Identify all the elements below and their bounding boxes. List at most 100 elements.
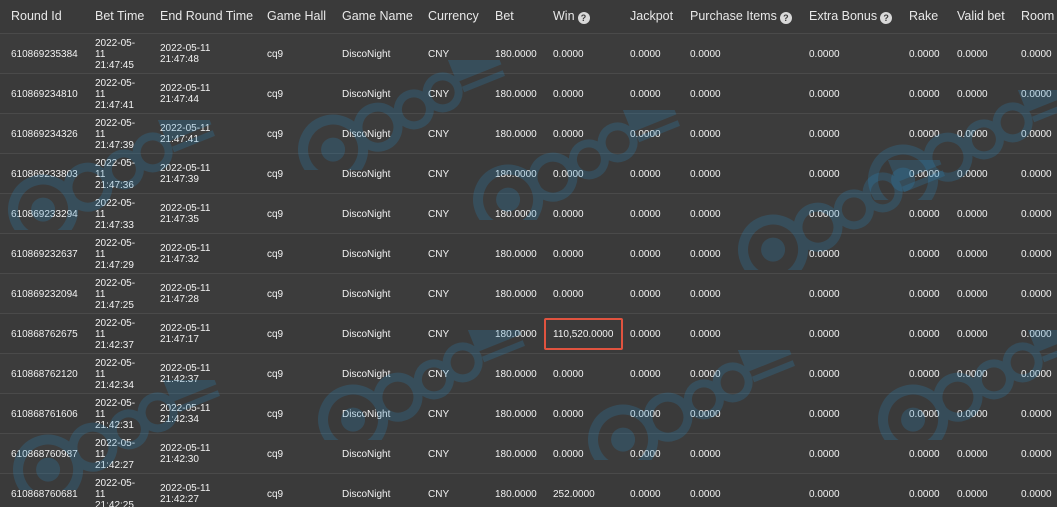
header-extra-bonus[interactable]: Extra Bonus? (809, 0, 893, 33)
header-rake[interactable]: Rake (909, 0, 938, 33)
table-row[interactable]: 610869232094 180.0000 cq9 DiscoNight CNY 0.00… (0, 273, 1057, 313)
cell-end-round-time: 2022-05-11 21:47:48 (160, 34, 210, 74)
cell-purchase-items: 0.0000 (690, 448, 721, 460)
cell-jackpot: 0.0000 (630, 448, 661, 460)
header-end-round-time[interactable]: End Round Time (160, 0, 253, 33)
cell-game-name: DiscoNight (342, 128, 391, 140)
end-time-value: 21:47:44 (160, 94, 199, 105)
cell-currency: CNY (428, 488, 450, 500)
cell-jackpot: 0.0000 (630, 248, 661, 260)
bet-time-value: 21:42:27 (95, 459, 134, 471)
cell-game-hall: cq9 (267, 48, 284, 60)
cell-end-round-time: 2022-05-11 21:42:30 (160, 434, 210, 474)
cell-currency: CNY (428, 328, 450, 340)
cell-bet: 180.0000 (495, 448, 537, 460)
cell-bet: 180.0000 (495, 48, 537, 60)
cell-jackpot: 0.0000 (630, 208, 661, 220)
help-circle-icon[interactable]: ? (779, 12, 792, 24)
table-row[interactable]: 610869234326 180.0000 cq9 DiscoNight CNY 0.00… (0, 113, 1057, 153)
table-row[interactable]: 610869234810 180.0000 cq9 DiscoNight CNY 0.00… (0, 73, 1057, 113)
cell-round-id: 610868762120 (11, 368, 78, 380)
table-row[interactable]: 610869233803 180.0000 cq9 DiscoNight CNY 0.00… (0, 153, 1057, 193)
cell-round-id: 610868760681 (11, 488, 78, 500)
table-row[interactable]: 610868762675 180.0000 cq9 DiscoNight CNY 110,… (0, 313, 1057, 353)
cell-purchase-items: 0.0000 (690, 408, 721, 420)
cell-win: 0.0000 (553, 88, 584, 100)
header-game-hall[interactable]: Game Hall (267, 0, 326, 33)
end-time-value: 21:47:39 (160, 174, 199, 185)
cell-end-round-time: 2022-05-11 21:42:37 (160, 354, 210, 394)
cell-extra-bonus: 0.0000 (809, 248, 840, 260)
header-room[interactable]: Room (1021, 0, 1054, 33)
header-bet-time[interactable]: Bet Time (95, 0, 144, 33)
bet-date: 2022-05-11 (95, 357, 136, 380)
end-date: 2022-05-11 (160, 483, 211, 494)
end-time-value: 21:42:37 (160, 374, 199, 385)
cell-end-round-time: 2022-05-11 21:47:39 (160, 154, 210, 194)
table-row[interactable]: 610868762120 180.0000 cq9 DiscoNight CNY 0.00… (0, 353, 1057, 393)
cell-purchase-items: 0.0000 (690, 208, 721, 220)
cell-currency: CNY (428, 128, 450, 140)
cell-win: 0.0000 (553, 208, 584, 220)
cell-purchase-items: 0.0000 (690, 488, 721, 500)
table-row[interactable]: 610869233294 180.0000 cq9 DiscoNight CNY 0.00… (0, 193, 1057, 233)
header-currency[interactable]: Currency (428, 0, 479, 33)
header-purchase-items-label: Purchase Items (690, 9, 777, 23)
cell-valid-bet: 0.0000 (957, 288, 988, 300)
cell-rake: 0.0000 (909, 328, 940, 340)
cell-bet: 180.0000 (495, 288, 537, 300)
cell-win: 0.0000 (553, 408, 584, 420)
cell-game-hall: cq9 (267, 88, 284, 100)
bet-time-value: 21:47:36 (95, 179, 134, 191)
header-game-name[interactable]: Game Name (342, 0, 413, 33)
cell-rake: 0.0000 (909, 408, 940, 420)
cell-win: 0.0000 (553, 168, 584, 180)
cell-purchase-items: 0.0000 (690, 128, 721, 140)
cell-win: 0.0000 (553, 368, 584, 380)
cell-jackpot: 0.0000 (630, 368, 661, 380)
table-row[interactable]: 610868761606 180.0000 cq9 DiscoNight CNY 0.00… (0, 393, 1057, 433)
cell-room: 0.0000 (1021, 288, 1052, 300)
cell-game-name: DiscoNight (342, 408, 391, 420)
header-jackpot[interactable]: Jackpot (630, 0, 673, 33)
cell-round-id: 610869233294 (11, 208, 78, 220)
cell-bet: 180.0000 (495, 328, 537, 340)
cell-extra-bonus: 0.0000 (809, 448, 840, 460)
header-valid-bet[interactable]: Valid bet (957, 0, 1005, 33)
cell-currency: CNY (428, 168, 450, 180)
cell-bet: 180.0000 (495, 488, 537, 500)
cell-currency: CNY (428, 248, 450, 260)
header-purchase-items[interactable]: Purchase Items? (690, 0, 792, 33)
cell-extra-bonus: 0.0000 (809, 368, 840, 380)
cell-jackpot: 0.0000 (630, 48, 661, 60)
table-row[interactable]: 610868760681 180.0000 cq9 DiscoNight CNY 252.… (0, 473, 1057, 507)
cell-bet: 180.0000 (495, 168, 537, 180)
help-circle-icon[interactable]: ? (577, 12, 590, 24)
help-circle-icon[interactable]: ? (880, 12, 893, 24)
table-row[interactable]: 610869232637 180.0000 cq9 DiscoNight CNY 0.00… (0, 233, 1057, 273)
cell-extra-bonus: 0.0000 (809, 488, 840, 500)
table-row[interactable]: 610868760987 180.0000 cq9 DiscoNight CNY 0.00… (0, 433, 1057, 473)
cell-round-id: 610869232094 (11, 288, 78, 300)
cell-game-hall: cq9 (267, 208, 284, 220)
header-win[interactable]: Win? (553, 0, 590, 33)
cell-jackpot: 0.0000 (630, 488, 661, 500)
cell-win: 0.0000 (553, 48, 584, 60)
cell-valid-bet: 0.0000 (957, 368, 988, 380)
cell-extra-bonus: 0.0000 (809, 128, 840, 140)
cell-round-id: 610868761606 (11, 408, 78, 420)
cell-jackpot: 0.0000 (630, 328, 661, 340)
cell-round-id: 610869233803 (11, 168, 78, 180)
cell-room: 0.0000 (1021, 168, 1052, 180)
cell-rake: 0.0000 (909, 168, 940, 180)
end-time-value: 21:42:27 (160, 494, 199, 505)
cell-valid-bet: 0.0000 (957, 128, 988, 140)
table-row[interactable]: 610869235384 180.0000 cq9 DiscoNight CNY 0.00… (0, 33, 1057, 73)
cell-room: 0.0000 (1021, 48, 1052, 60)
cell-extra-bonus: 0.0000 (809, 168, 840, 180)
cell-purchase-items: 0.0000 (690, 328, 721, 340)
header-bet[interactable]: Bet (495, 0, 514, 33)
header-round-id[interactable]: Round Id (11, 0, 62, 33)
cell-end-round-time: 2022-05-11 21:42:27 (160, 474, 210, 507)
cell-win: 0.0000 (553, 248, 584, 260)
